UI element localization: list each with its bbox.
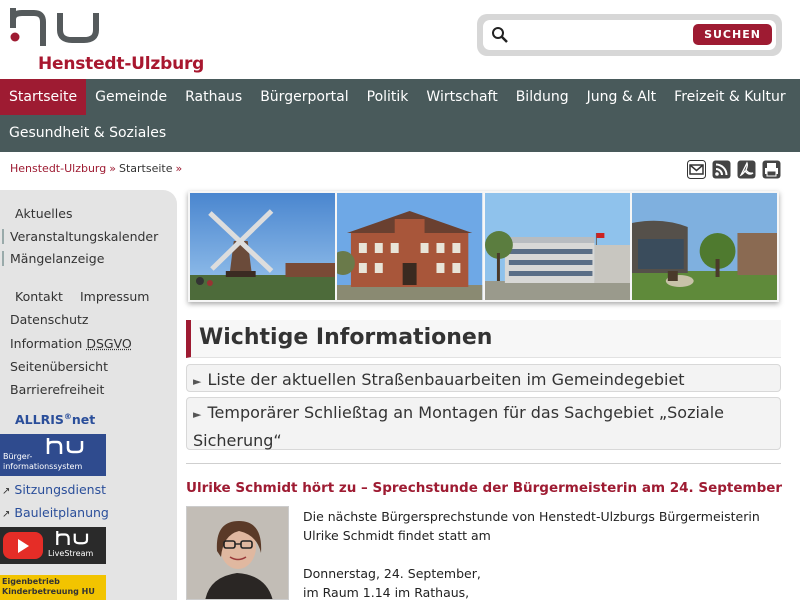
- allris-text: ALLRIS: [15, 412, 64, 428]
- section-header: Wichtige Informationen: [186, 320, 781, 358]
- nav-item-freizeit-kultur[interactable]: Freizeit & Kultur: [665, 79, 795, 115]
- search-input[interactable]: [515, 24, 685, 46]
- breadcrumb-separator: »: [175, 162, 183, 175]
- accordion-item-strassenbau[interactable]: ► Liste der aktuellen Straßenbauarbeiten …: [186, 364, 781, 392]
- allris-suffix: net: [71, 412, 96, 428]
- hu-logo-icon: [10, 8, 99, 46]
- nav-item-jung-alt[interactable]: Jung & Alt: [578, 79, 666, 115]
- sidebar-item-datenschutz[interactable]: Datenschutz: [10, 312, 89, 327]
- photo-strip: [188, 191, 779, 302]
- allris-registered: ®: [63, 412, 72, 421]
- news-paragraph: im Raum 1.14 im Rathaus,: [303, 585, 470, 600]
- play-icon: [18, 539, 29, 553]
- divider: [186, 463, 781, 464]
- accordion-item-schliesstag[interactable]: ► Temporärer Schließtag an Montagen für d…: [186, 397, 781, 450]
- chevron-right-icon: ►: [193, 408, 202, 421]
- search-bar: SUCHEN: [477, 14, 782, 56]
- nav-item-buergerportal[interactable]: Bürgerportal: [251, 79, 357, 115]
- kinderbetreuung-banner[interactable]: Eigenbetrieb Kinderbetreuung HU: [0, 575, 106, 600]
- livestream-banner[interactable]: LiveStream: [0, 527, 106, 564]
- bis-banner-line1: Bürger-: [3, 452, 33, 461]
- sitzungsdienst-link[interactable]: ↗ Sitzungsdienst: [2, 482, 106, 497]
- pdf-icon[interactable]: [737, 160, 756, 179]
- sidebar-item-kontakt[interactable]: Kontakt: [15, 289, 63, 304]
- nav-row-1: Startseite Gemeinde Rathaus Bürgerportal…: [0, 79, 800, 115]
- chevron-right-icon: ►: [193, 375, 202, 388]
- accordion-item-label: Temporärer Schließtag an Montagen für da…: [193, 403, 725, 450]
- external-arrow-icon: ↗: [2, 486, 11, 497]
- print-icon[interactable]: [762, 160, 781, 179]
- buergerinformationssystem-banner[interactable]: Bürger-informationssystem: [0, 434, 106, 476]
- breadcrumb-home[interactable]: Henstedt-Ulzburg: [10, 162, 106, 175]
- nav-item-bildung[interactable]: Bildung: [507, 79, 578, 115]
- sidebar-item-information-label: Information: [10, 336, 83, 351]
- livestream-label: LiveStream: [48, 549, 94, 558]
- sidebar-item-maengelanzeige[interactable]: Mängelanzeige: [2, 251, 104, 266]
- rss-icon[interactable]: [712, 160, 731, 179]
- mail-icon[interactable]: [687, 160, 706, 179]
- bis-banner-text: Bürger-informationssystem: [3, 452, 82, 472]
- search-field-wrap: SUCHEN: [483, 20, 776, 50]
- breadcrumb-separator: »: [109, 162, 116, 175]
- photo-brick-building: [337, 193, 483, 300]
- nav-item-rathaus[interactable]: Rathaus: [176, 79, 251, 115]
- kinderbetreuung-text: Eigenbetrieb Kinderbetreuung HU: [2, 577, 95, 597]
- sidebar-item-barrierefreiheit[interactable]: Barrierefreiheit: [10, 382, 104, 397]
- accordion-item-label: Liste der aktuellen Straßenbauarbeiten i…: [207, 370, 685, 389]
- nav-item-startseite[interactable]: Startseite: [0, 79, 87, 115]
- news-paragraph: Die nächste Bürgersprechstunde von Henst…: [303, 509, 760, 543]
- nav-item-gemeinde[interactable]: Gemeinde: [86, 79, 176, 115]
- nav-item-gesundheit-soziales[interactable]: Gesundheit & Soziales: [0, 115, 175, 152]
- bauleitplanung-label: Bauleitplanung: [14, 505, 109, 520]
- photo-windmill: [190, 193, 336, 300]
- site-logo[interactable]: Henstedt-Ulzburg: [8, 8, 208, 74]
- news-paragraph: Donnerstag, 24. September,: [303, 566, 481, 581]
- section-title: Wichtige Informationen: [199, 325, 493, 350]
- nav-item-wirtschaft[interactable]: Wirtschaft: [417, 79, 506, 115]
- nav-item-politik[interactable]: Politik: [358, 79, 418, 115]
- search-button[interactable]: SUCHEN: [693, 24, 772, 45]
- photo-modern-building: [484, 193, 630, 300]
- breadcrumb-current: Startseite: [118, 162, 173, 175]
- photo-civic-center: [631, 193, 777, 300]
- header: Henstedt-Ulzburg SUCHEN: [0, 0, 800, 78]
- main-nav: Startseite Gemeinde Rathaus Bürgerportal…: [0, 79, 800, 152]
- nav-row-2: Gesundheit & Soziales: [0, 115, 800, 151]
- kinderbetreuung-line1: Eigenbetrieb: [2, 577, 60, 586]
- allris-link[interactable]: ALLRIS®net: [15, 412, 95, 427]
- sidebar-item-aktuelles[interactable]: Aktuelles: [15, 206, 72, 221]
- sidebar-item-dsgvo: DSGVO: [86, 336, 132, 351]
- kinderbetreuung-line2: Kinderbetreuung HU: [2, 587, 95, 596]
- sitzungsdienst-label: Sitzungsdienst: [14, 482, 106, 497]
- page-tools: [687, 160, 781, 179]
- news-portrait-image: [186, 506, 289, 600]
- hu-logo-icon: [56, 531, 89, 545]
- sidebar-item-veranstaltungskalender[interactable]: Veranstaltungskalender: [2, 229, 158, 244]
- external-arrow-icon: ↗: [2, 509, 11, 520]
- breadcrumb: Henstedt-Ulzburg» Startseite»: [10, 162, 185, 175]
- bis-banner-line2: informationssystem: [3, 462, 83, 471]
- sidebar-item-seitenuebersicht[interactable]: Seitenübersicht: [10, 359, 108, 374]
- sidebar-item-impressum[interactable]: Impressum: [80, 289, 149, 304]
- news-title[interactable]: Ulrike Schmidt hört zu – Sprechstunde de…: [186, 480, 782, 496]
- site-name: Henstedt-Ulzburg: [38, 54, 205, 74]
- search-icon: [492, 27, 508, 43]
- bauleitplanung-link[interactable]: ↗ Bauleitplanung: [2, 505, 109, 520]
- sidebar-item-information[interactable]: Information DSGVO: [10, 336, 132, 351]
- news-body: Die nächste Bürgersprechstunde von Henst…: [303, 507, 778, 602]
